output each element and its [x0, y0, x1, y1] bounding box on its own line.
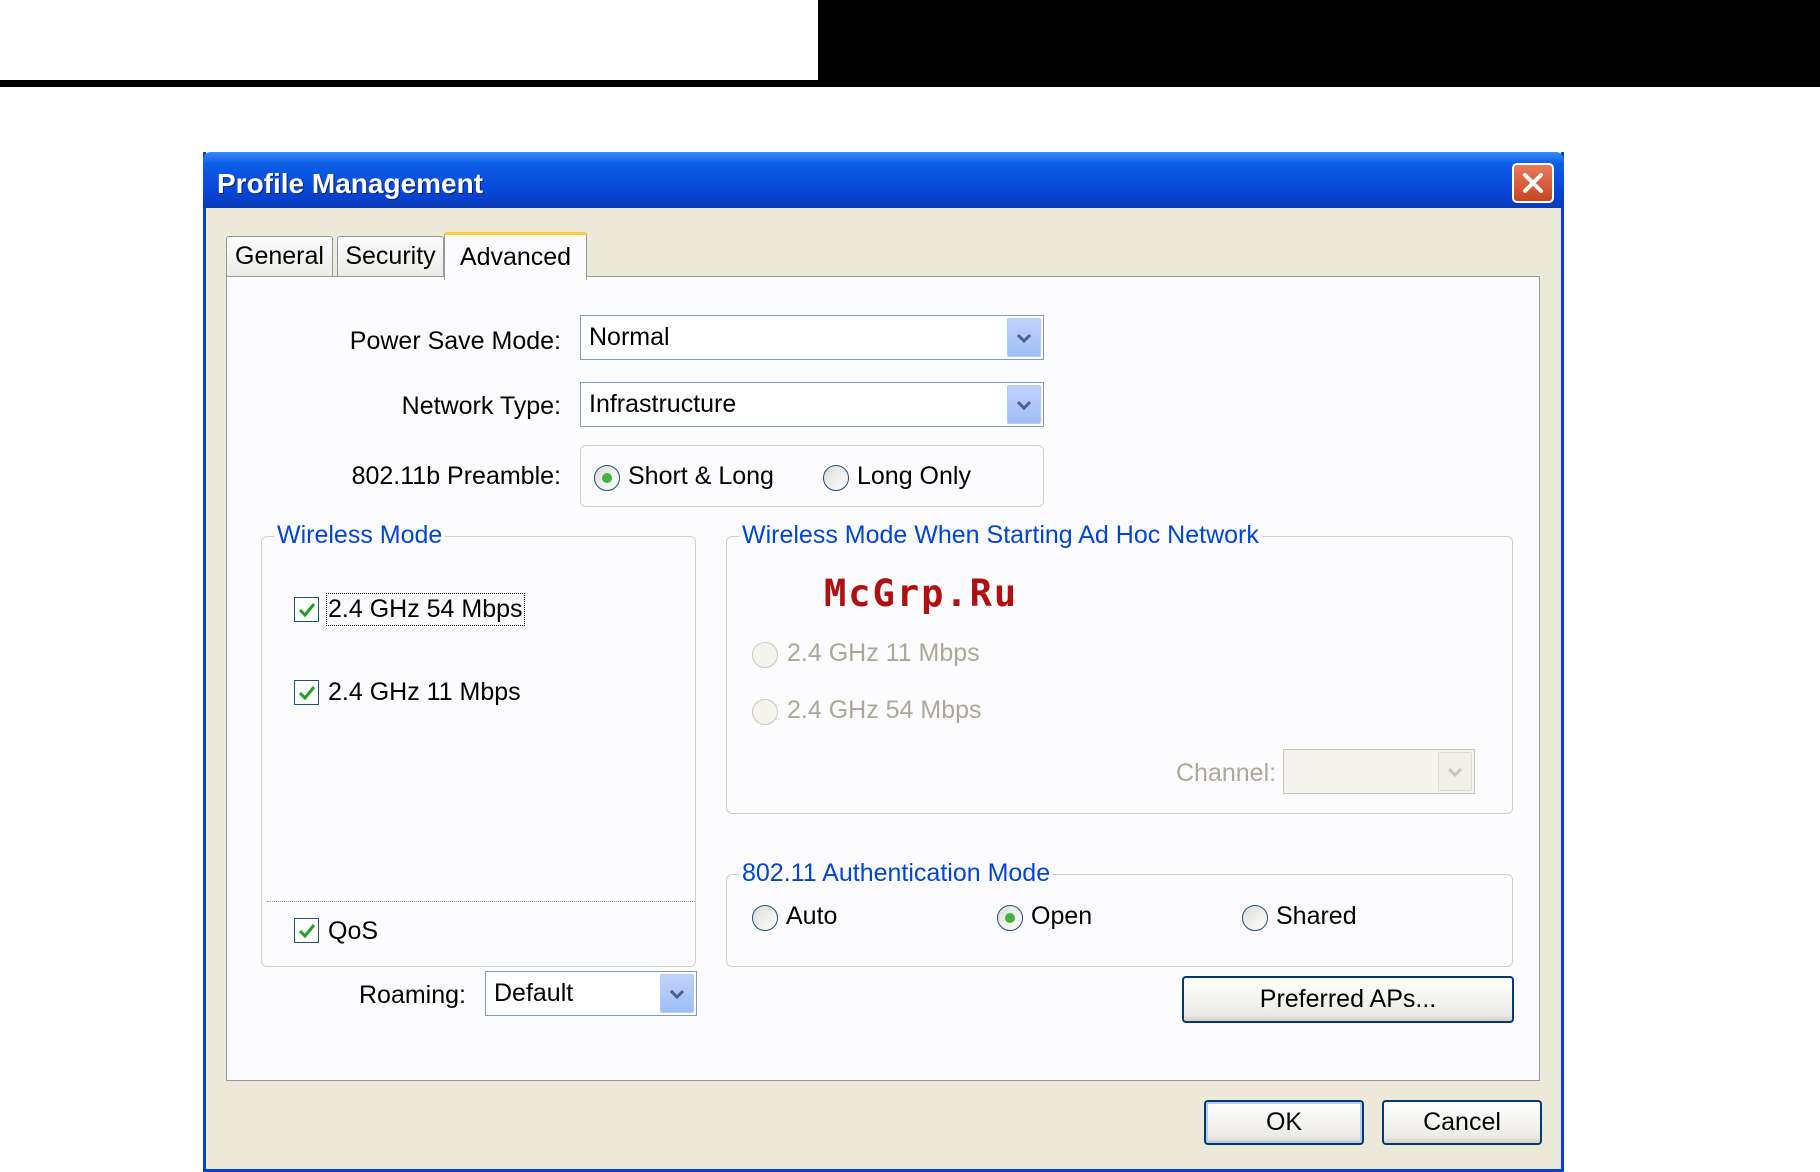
wireless-mode-legend: Wireless Mode — [274, 521, 446, 550]
power-save-mode-value: Normal — [589, 323, 670, 351]
wireless-54mbps-checkbox[interactable] — [294, 597, 319, 622]
tab-advanced-label: Advanced — [459, 243, 572, 271]
qos-checkbox[interactable] — [294, 918, 319, 943]
adhoc-54mbps-label: 2.4 GHz 54 Mbps — [787, 696, 982, 724]
checkmark-icon — [298, 602, 315, 617]
close-button[interactable] — [1512, 163, 1554, 203]
power-save-mode-select[interactable]: Normal — [580, 315, 1044, 360]
qos-label: QoS — [328, 917, 379, 945]
roaming-value: Default — [494, 979, 574, 1007]
preamble-short-long-radio[interactable] — [594, 465, 620, 491]
adhoc-11mbps-radio[interactable] — [752, 642, 778, 668]
checkmark-icon — [298, 923, 315, 938]
cancel-label: Cancel — [1423, 1108, 1501, 1136]
auth-shared-radio[interactable] — [1242, 905, 1268, 931]
qos-divider — [267, 901, 695, 902]
preamble-short-long-label: Short & Long — [628, 462, 774, 490]
network-type-label: Network Type: — [401, 392, 561, 420]
profile-management-dialog: Profile Management General Security Adva… — [203, 152, 1564, 1172]
wireless-54mbps-label: 2.4 GHz 54 Mbps — [326, 593, 525, 626]
auth-mode-group: 802.11 Authentication Mode Auto Open Sha… — [726, 859, 1513, 967]
preferred-aps-button[interactable]: Preferred APs... — [1182, 976, 1514, 1023]
close-icon — [1523, 173, 1543, 193]
wireless-mode-group: Wireless Mode 2.4 GHz 54 Mbps 2.4 GHz 11… — [261, 521, 696, 967]
ok-label: OK — [1265, 1108, 1303, 1136]
top-black-bar-right — [818, 0, 1820, 87]
network-type-value: Infrastructure — [589, 390, 737, 418]
preamble-long-only-radio[interactable] — [823, 465, 849, 491]
chevron-down-icon[interactable] — [1438, 752, 1472, 791]
chevron-down-icon[interactable] — [1007, 318, 1041, 357]
cancel-button[interactable]: Cancel — [1382, 1100, 1542, 1145]
wireless-11mbps-label: 2.4 GHz 11 Mbps — [328, 678, 521, 706]
tab-general-label: General — [235, 242, 324, 270]
chevron-down-icon[interactable] — [1007, 385, 1041, 424]
preamble-label: 802.11b Preamble: — [351, 462, 561, 490]
adhoc-54mbps-radio[interactable] — [752, 699, 778, 725]
window-title: Profile Management — [217, 168, 484, 199]
roaming-label: Roaming: — [359, 981, 466, 1009]
checkmark-icon — [298, 685, 315, 700]
tab-security[interactable]: Security — [337, 236, 444, 276]
auth-auto-label: Auto — [786, 902, 838, 930]
preamble-long-only-label: Long Only — [857, 462, 971, 490]
network-type-select[interactable]: Infrastructure — [580, 382, 1044, 427]
auth-shared-label: Shared — [1276, 902, 1357, 930]
advanced-tab-panel: Power Save Mode: Normal Network Type: In… — [226, 276, 1540, 1081]
preferred-aps-label: Preferred APs... — [1259, 985, 1437, 1013]
auth-open-radio[interactable] — [997, 905, 1023, 931]
auth-auto-radio[interactable] — [752, 905, 778, 931]
top-black-bar-left — [0, 80, 820, 87]
wireless-11mbps-checkbox[interactable] — [294, 680, 319, 705]
power-save-mode-label: Power Save Mode: — [349, 327, 561, 355]
tab-security-label: Security — [345, 242, 436, 270]
channel-label: Channel: — [1176, 759, 1277, 787]
channel-select[interactable] — [1283, 749, 1475, 794]
watermark-text: McGrp.Ru — [824, 572, 1019, 615]
auth-mode-legend: 802.11 Authentication Mode — [739, 859, 1054, 888]
preamble-group: Short & Long Long Only — [580, 445, 1044, 507]
roaming-select[interactable]: Default — [485, 971, 697, 1016]
chevron-down-icon[interactable] — [660, 974, 694, 1013]
title-bar[interactable]: Profile Management — [203, 152, 1564, 208]
tab-general[interactable]: General — [226, 236, 333, 276]
tab-advanced[interactable]: Advanced — [444, 232, 587, 280]
adhoc-11mbps-label: 2.4 GHz 11 Mbps — [787, 639, 980, 667]
adhoc-mode-legend: Wireless Mode When Starting Ad Hoc Netwo… — [739, 521, 1262, 550]
auth-open-label: Open — [1031, 902, 1093, 930]
ok-button[interactable]: OK — [1204, 1100, 1364, 1145]
